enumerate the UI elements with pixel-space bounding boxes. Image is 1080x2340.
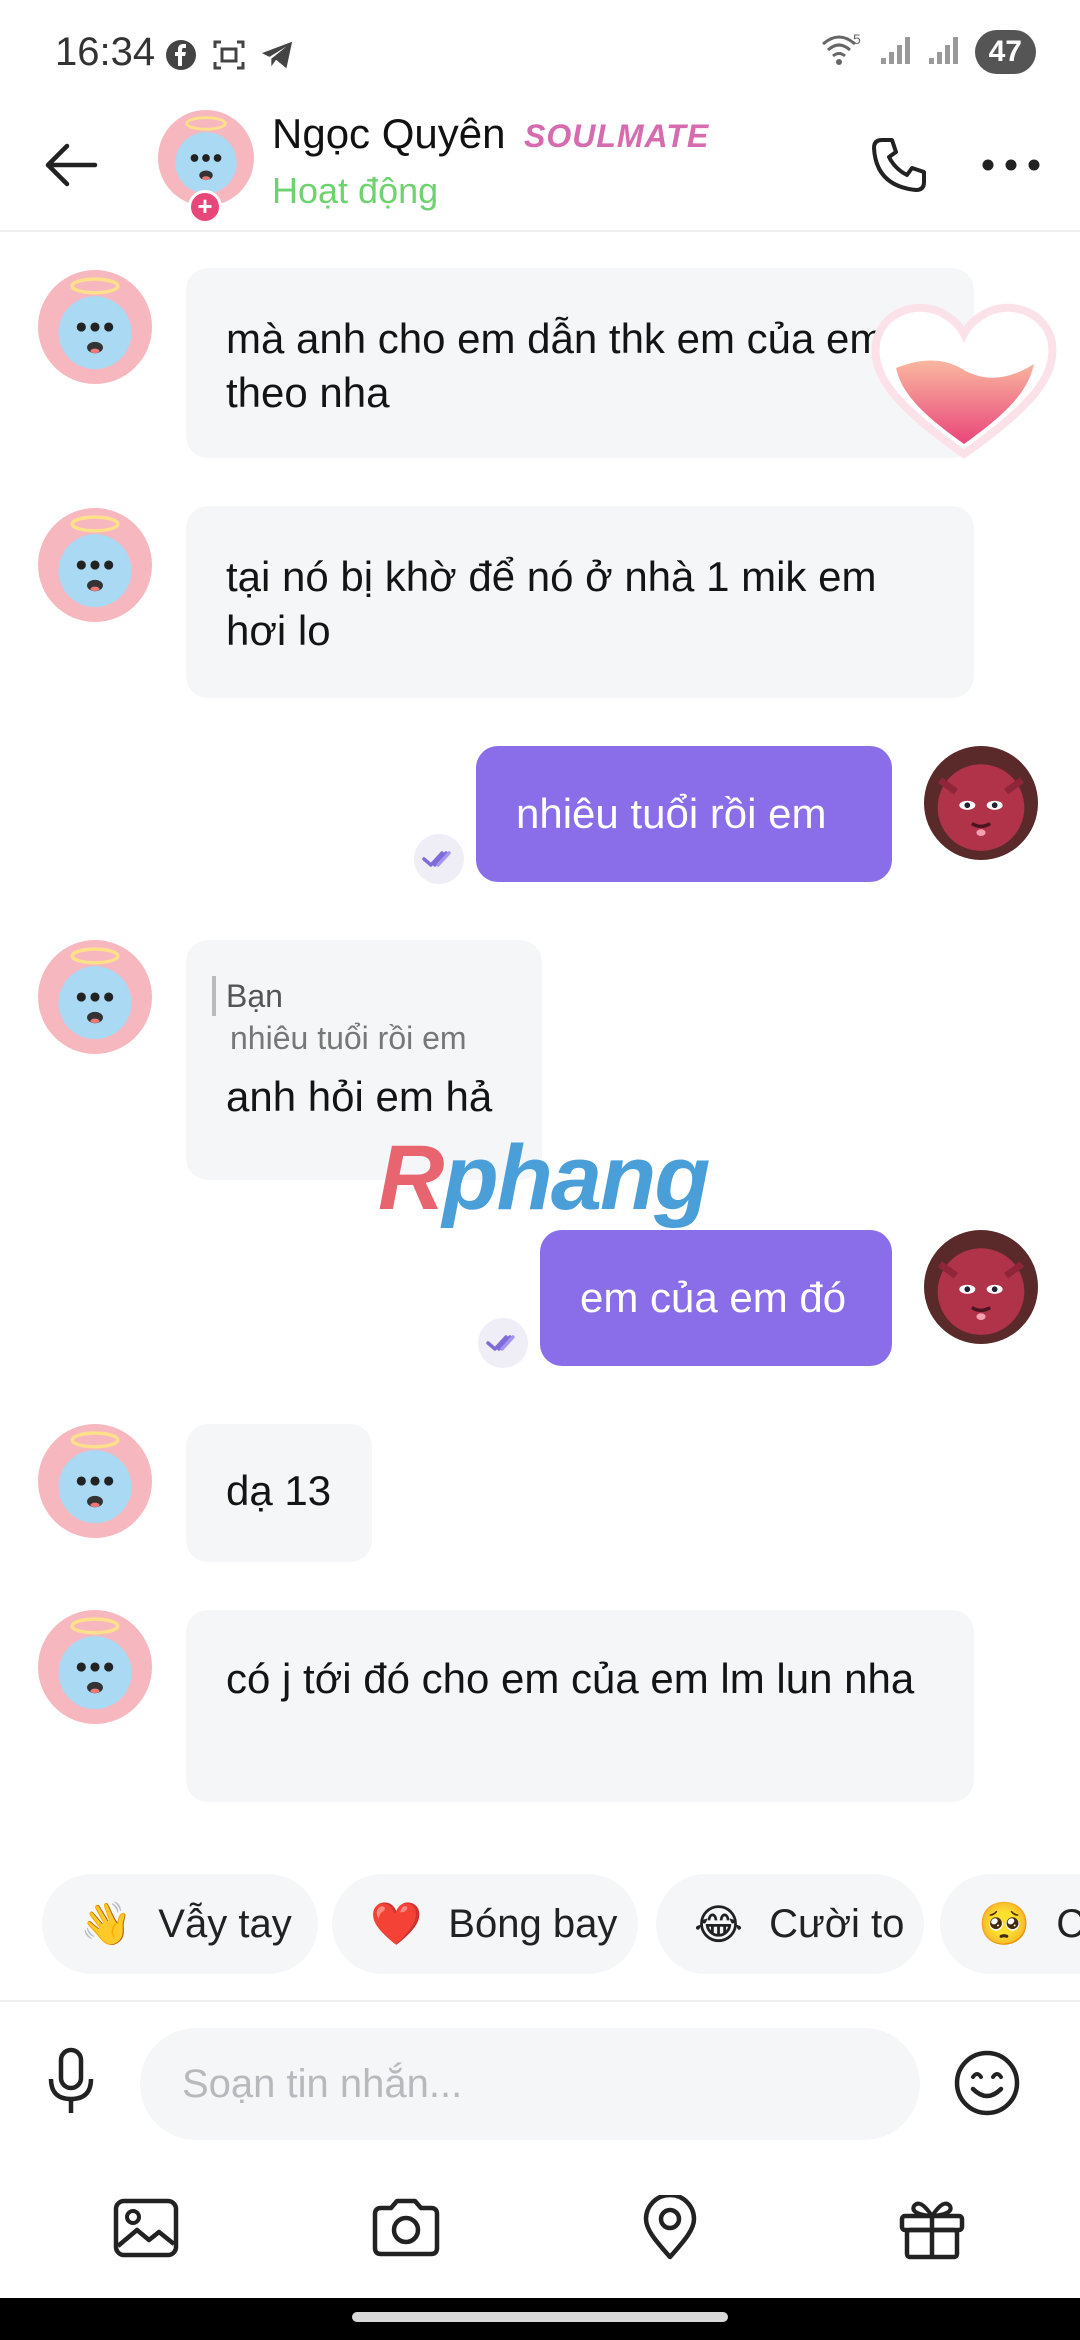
message-composer [0,2000,1080,2160]
camera-icon [372,2198,440,2257]
status-time: 16:34 [55,30,156,74]
reaction-label: Cả [1056,1901,1080,1946]
status-app-icons [164,38,294,72]
gift-button[interactable] [892,2188,972,2268]
more-dots-icon [982,159,1040,171]
message-text: có j tới đó cho em của em lm lun nha [226,1655,915,1702]
quick-reactions-bar: 👋 Vẫy tay ❤️ Bóng bay 😂 Cười to 🥺 Cả [0,1874,1080,1974]
sender-avatar[interactable] [38,940,152,1054]
more-options-button[interactable] [974,128,1048,202]
sender-avatar[interactable] [38,1424,152,1538]
screenshot-icon [212,38,246,72]
heart-icon: ❤️ [370,1899,423,1947]
sender-avatar[interactable] [38,508,152,622]
my-avatar[interactable] [924,746,1038,860]
message-bubble-outgoing[interactable]: em của em đó [540,1230,892,1366]
reaction-chip-balloon[interactable]: ❤️ Bóng bay [332,1874,638,1974]
contact-name: Ngọc Quyên [272,110,506,157]
quoted-text: nhiêu tuổi rồi em [230,1020,467,1056]
call-button[interactable] [862,128,936,202]
telegram-icon [260,38,294,72]
status-bar: 16:34 5 47 [0,0,1080,110]
image-icon [113,2198,179,2258]
laughing-face-icon: 😂 [694,1900,744,1948]
svg-text:5: 5 [853,32,861,47]
voice-message-button[interactable] [36,2042,106,2122]
reaction-chip-pleading[interactable]: 🥺 Cả [940,1874,1080,1974]
message-bubble-outgoing[interactable]: nhiêu tuổi rồi em [476,746,892,882]
add-friend-badge[interactable]: + [188,190,222,224]
reaction-label: Cười to [769,1901,905,1946]
watermark-logo: Rphang [378,1127,710,1229]
location-button[interactable] [630,2188,710,2268]
reaction-chip-laugh[interactable]: 😂 Cười to [656,1874,924,1974]
attachment-toolbar [0,2180,1080,2280]
message-bubble-incoming[interactable]: có j tới đó cho em của em lm lun nha [186,1610,974,1802]
my-avatar[interactable] [924,1230,1038,1344]
sender-avatar[interactable] [38,1610,152,1724]
message-input[interactable] [140,2028,920,2140]
sender-avatar[interactable] [38,270,152,384]
message-text: mà anh cho em dẫn thk em của em theo nha [226,315,885,416]
message-text: tại nó bị khờ để nó ở nhà 1 mik em hơi l… [226,553,877,654]
location-pin-icon [643,2195,697,2260]
message-text: anh hỏi em hả [226,1073,493,1120]
arrow-left-icon [45,143,98,187]
camera-button[interactable] [366,2188,446,2268]
waving-hand-icon: 👋 [80,1899,133,1947]
reaction-label: Bóng bay [448,1901,618,1946]
message-text: nhiêu tuổi rồi em [516,790,827,837]
smiley-icon [954,2050,1020,2116]
battery-indicator: 47 [974,30,1036,74]
message-bubble-incoming[interactable]: tại nó bị khờ để nó ở nhà 1 mik em hơi l… [186,506,974,698]
chat-header: + Ngọc Quyên SOULMATE Hoạt động [0,110,1080,232]
gallery-button[interactable] [106,2188,186,2268]
gift-icon [899,2201,965,2260]
emoji-picker-button[interactable] [952,2048,1022,2118]
reaction-label: Vẫy tay [158,1901,292,1946]
reaction-chip-wave[interactable]: 👋 Vẫy tay [42,1874,318,1974]
back-button[interactable] [36,130,106,200]
facebook-icon [164,38,198,72]
home-gesture-handle[interactable] [352,2312,728,2322]
read-receipt-icon [478,1318,528,1368]
message-text: em của em đó [580,1274,847,1321]
message-bubble-incoming[interactable]: dạ 13 [186,1424,372,1562]
message-text: dạ 13 [226,1467,332,1514]
read-receipt-icon [414,834,464,884]
status-right: 5 47 [819,30,1036,74]
signal-icon-2 [927,34,961,71]
message-bubble-incoming[interactable]: mà anh cho em dẫn thk em của em theo nha [186,268,974,458]
signal-icon [879,34,913,71]
contact-status: Hoạt động [272,170,439,211]
pleading-face-icon: 🥺 [978,1899,1031,1947]
soulmate-badge: SOULMATE [524,118,710,154]
system-navigation-bar [0,2298,1080,2340]
microphone-icon [48,2047,94,2113]
quoted-author: Bạn [212,976,522,1016]
phone-icon [872,138,926,192]
wifi-icon: 5 [819,31,865,73]
heart-decoration-icon [866,296,1062,464]
